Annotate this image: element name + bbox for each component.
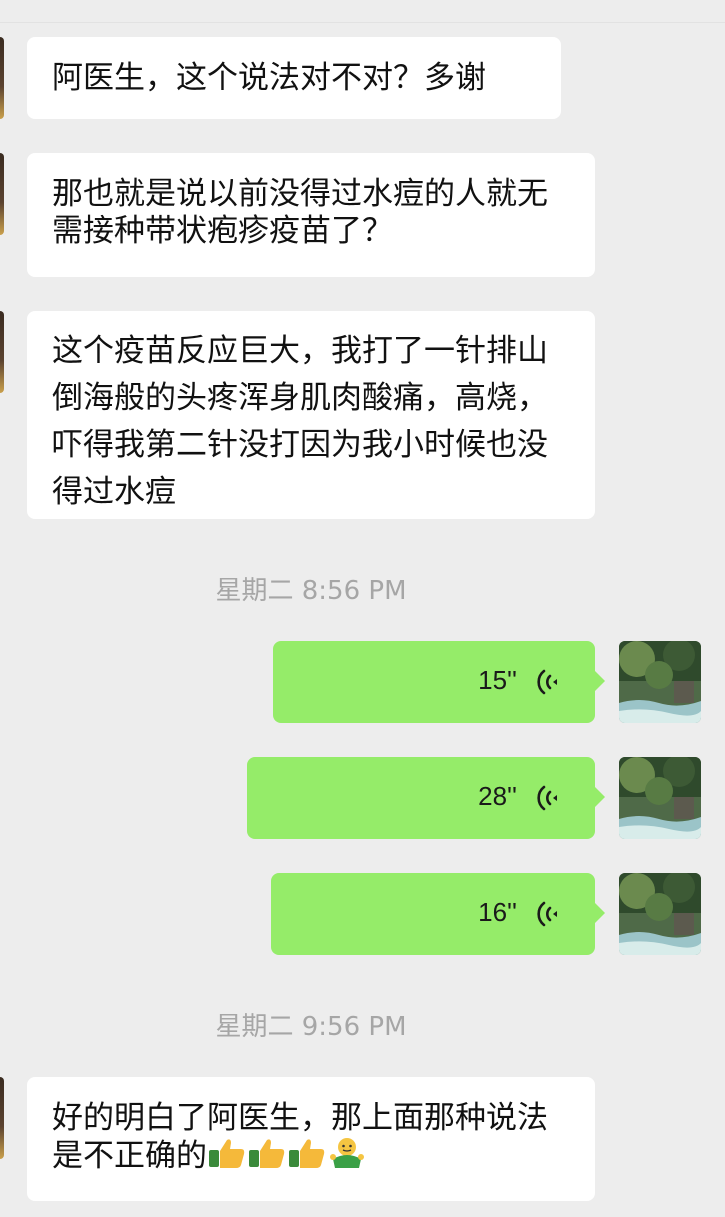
message-text: 那也就是说以前没得过水痘的人就无需接种带状疱疹疫苗了？ [52,176,548,249]
user-avatar[interactable] [619,873,701,955]
voice-wave-icon [537,669,557,695]
timestamp: 星期二 9:56 PM [215,1012,407,1042]
message-bubble-incoming[interactable]: 这个疫苗反应巨大，我打了一针排山倒海般的头疼浑身肌肉酸痛，高烧，吓得我第二针没打… [27,311,595,519]
thumbs-up-icon [209,1139,245,1168]
user-avatar[interactable] [619,757,701,839]
top-bar-divider [0,0,725,23]
voice-duration: 16'' [478,897,517,927]
message-bubble-incoming[interactable]: 好的明白了阿医生，那上面那种说法是不正确的 [27,1077,595,1201]
voice-message-bubble[interactable]: 15'' [273,641,605,723]
voice-wave-icon [537,785,557,811]
message-bubble-incoming[interactable]: 那也就是说以前没得过水痘的人就无需接种带状疱疹疫苗了？ [27,153,595,277]
voice-message-bubble[interactable]: 16'' [271,873,605,955]
landscape-avatar-icon [619,873,701,955]
contact-avatar[interactable] [0,1077,4,1159]
message-text: 阿医生，这个说法对不对？多谢 [52,60,486,96]
voice-wave-icon [537,901,557,927]
message-text: 这个疫苗反应巨大，我打了一针排山倒海般的头疼浑身肌肉酸痛，高烧，吓得我第二针没打… [52,333,548,510]
thumbs-up-icon [249,1139,285,1168]
message-bubble-incoming[interactable]: 阿医生，这个说法对不对？多谢 [27,37,561,119]
shrug-emoji-icon [330,1138,364,1168]
user-avatar[interactable] [619,641,701,723]
voice-duration: 28'' [478,781,517,811]
landscape-avatar-icon [619,757,701,839]
voice-message-bubble[interactable]: 28'' [247,757,605,839]
contact-avatar[interactable] [0,153,4,235]
voice-duration: 15'' [478,665,517,695]
timestamp: 星期二 8:56 PM [215,576,407,606]
contact-avatar[interactable] [0,311,4,393]
thumbs-up-icon [289,1139,325,1168]
contact-avatar[interactable] [0,37,4,119]
landscape-avatar-icon [619,641,701,723]
